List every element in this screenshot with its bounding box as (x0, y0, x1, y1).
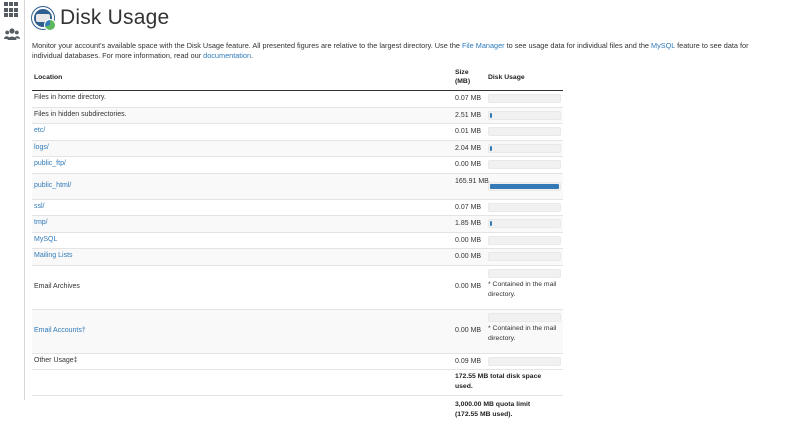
mysql-link[interactable]: MySQL (651, 41, 675, 50)
column-header-disk-usage: Disk Usage (488, 74, 525, 81)
size-cell: 0.00 MB (455, 160, 489, 170)
size-cell: 0.09 MB (455, 357, 489, 367)
size-cell: 165.91 MB (455, 177, 489, 187)
grid-icon[interactable] (4, 2, 20, 18)
usage-note: * Contained in the mail directory. (488, 324, 564, 344)
intro-text: Monitor your account's available space w… (32, 41, 772, 62)
size-cell: 2.04 MB (455, 144, 489, 154)
usage-bar (488, 269, 561, 278)
table-row: Mailing Lists 0.00 MB (32, 249, 563, 266)
size-cell: 0.07 MB (455, 203, 489, 213)
usage-bar (488, 182, 561, 191)
disk-usage-logo-icon (32, 7, 54, 29)
usage-bar (488, 144, 561, 153)
table-row: Files in home directory. 0.07 MB (32, 91, 563, 108)
documentation-link[interactable]: documentation (203, 51, 251, 60)
intro-part2: to see usage data for individual files a… (505, 41, 651, 50)
table-row: public_html/165.91 MB (32, 174, 563, 200)
usage-bar (488, 160, 561, 169)
file-manager-link[interactable]: File Manager (462, 41, 505, 50)
usage-bar (488, 252, 561, 261)
location-cell[interactable]: etc/ (34, 127, 45, 134)
table-row: public_ftp/0.00 MB (32, 157, 563, 174)
size-cell: 0.00 MB (455, 326, 489, 336)
table-row: etc/0.01 MB (32, 124, 563, 141)
left-icon-rail (0, 0, 25, 400)
location-cell[interactable]: ssl/ (34, 203, 45, 210)
table-row: Email Accounts† 0.00 MB* Contained in the… (32, 310, 563, 354)
usage-bar (488, 203, 561, 212)
usage-bar (488, 94, 561, 103)
total-usage-text: 172.55 MB total disk space used. (455, 372, 551, 392)
usage-bar-fill (490, 221, 492, 226)
usage-bar (488, 313, 561, 322)
location-cell[interactable]: Mailing Lists (34, 252, 73, 259)
location-cell[interactable]: public_html/ (34, 182, 71, 189)
size-cell: 1.85 MB (455, 219, 489, 229)
usage-bar-fill (490, 113, 492, 118)
usage-bar-fill (490, 184, 559, 189)
location-cell: Other Usage‡ (34, 357, 78, 364)
usage-bar (488, 111, 561, 120)
table-row: ssl/0.07 MB (32, 200, 563, 217)
usage-bar (488, 236, 561, 245)
page-title: Disk Usage (60, 6, 169, 30)
column-header-size[interactable]: Size (MB) (455, 68, 475, 86)
page-header: Disk Usage (32, 3, 169, 33)
location-cell[interactable]: MySQL (34, 236, 57, 243)
intro-part1: Monitor your account's available space w… (32, 41, 462, 50)
location-cell[interactable]: public_ftp/ (34, 160, 66, 167)
size-cell: 2.51 MB (455, 111, 489, 121)
table-body: Files in home directory.0.07 MBFiles in … (32, 91, 563, 370)
table-row: logs/2.04 MB (32, 141, 563, 158)
size-cell: 0.00 MB (455, 236, 489, 246)
location-cell: Files in hidden subdirectories. (34, 111, 127, 118)
users-icon[interactable] (4, 26, 20, 42)
intro-part4: . (251, 51, 253, 60)
location-cell: Files in home directory. (34, 94, 106, 101)
table-row: tmp/1.85 MB (32, 216, 563, 233)
total-row: 172.55 MB total disk space used. (32, 370, 563, 396)
table-row: Other Usage‡ 0.09 MB (32, 354, 563, 371)
location-cell[interactable]: Email Accounts† (34, 327, 86, 334)
location-cell[interactable]: logs/ (34, 144, 49, 151)
size-cell: 0.00 MB (455, 282, 489, 292)
usage-note: * Contained in the mail directory. (488, 280, 564, 300)
usage-bar-fill (490, 146, 492, 151)
disk-usage-table: Location Size (MB) Disk Usage Files in h… (32, 66, 563, 421)
table-header: Location Size (MB) Disk Usage (32, 66, 563, 91)
location-cell[interactable]: tmp/ (34, 219, 48, 226)
column-header-location[interactable]: Location (34, 74, 62, 81)
location-cell: Email Archives (34, 283, 80, 290)
size-cell: 0.01 MB (455, 127, 489, 137)
size-cell: 0.00 MB (455, 252, 489, 262)
table-row: MySQL 0.00 MB (32, 233, 563, 250)
usage-bar (488, 127, 561, 136)
usage-bar (488, 219, 561, 228)
quota-limit-text: 3,000.00 MB quota limit (172.55 MB used)… (455, 400, 551, 420)
size-cell: 0.07 MB (455, 94, 489, 104)
table-row: Files in hidden subdirectories. 2.51 MB (32, 108, 563, 125)
usage-bar (488, 357, 561, 366)
table-row: Email Archives 0.00 MB* Contained in the … (32, 266, 563, 310)
